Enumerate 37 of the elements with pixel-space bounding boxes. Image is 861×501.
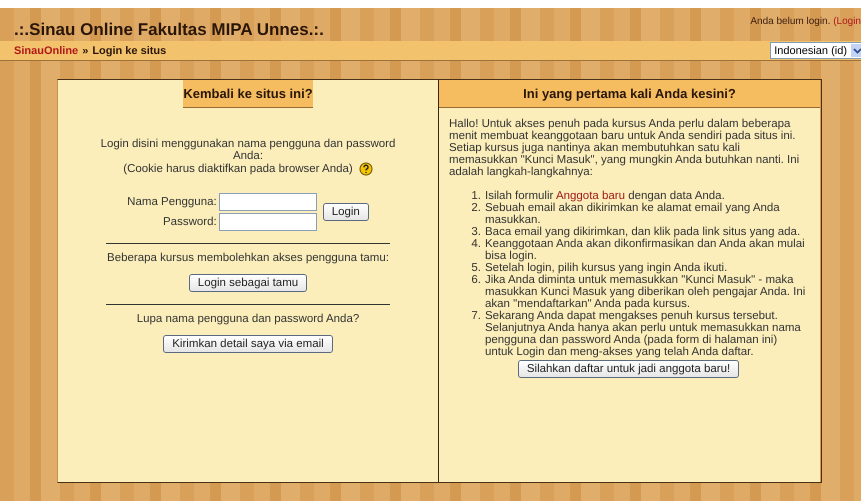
field-label: Nama Pengguna: [127,196,217,208]
step-number: 1. [470,190,481,202]
breadcrumb-link[interactable]: SinauOnline [14,44,78,56]
step-text: Keanggotaan Anda akan dikonfirmasikan dan Anda akan mulai bisa login. [485,238,806,262]
step-number: 2. [470,202,481,216]
guest-note: Beberapa kursus membolehkan akses pengguna tamu: [107,252,389,264]
login-button[interactable]: Login [322,203,369,221]
step-text: Baca email yang dikirimkan, dan klik pada link situs yang ada. [485,226,800,238]
guest-login-button[interactable]: Login sebagai tamu [188,274,308,292]
step-number: 4. [470,238,481,252]
login-intro: Login disini menggunakan nama pengguna dan password Anda: [100,138,396,162]
signup-button[interactable]: Silahkan daftar untuk jadi anggota baru! [518,360,740,378]
panel-heading: Ini yang pertama kali Anda kesini? [439,80,820,108]
site-title: .:.Sinau Online Fakultas MIPA Unnes.:. [14,20,324,40]
step-number: 3. [470,226,481,238]
step-text: Sebuah email akan dikirimkan ke alamat email yang Anda masukkan. [485,202,781,226]
panel-heading: Kembali ke situs ini? [183,80,313,108]
breadcrumb-separator: » [82,44,88,56]
field-label: Password: [163,216,217,228]
step-text: Jika Anda diminta untuk memasukkan "Kunci Masuk" - maka masukkan Kunci Masuk yang diberikan oleh pengajar Anda. Ini akan "mendaftarkan" Anda pada kursus. [485,274,806,310]
step-text: Setelah login, pilih kursus yang ingin Anda ikuti. [485,262,728,274]
username-field[interactable] [218,193,317,211]
help-icon[interactable] [358,162,373,176]
step-number: 7. [470,310,481,324]
step-number: 5. [470,262,481,274]
welcome-paragraph: Hallo! Untuk akses penuh pada kursus Anda perlu dalam beberapa menit membuat keanggotaan baru untuk Anda sendiri pada situs ini. Setiap kursus juga nantinya akan membutuhkan satu kali memasukkan "Kunci Masuk", yang mungkin Anda butuhkan nanti. Ini adalah langkah-langkahnya: [449,118,800,178]
step-text: Isilah formulir Anggota baru dengan data Anda. [485,190,725,202]
step-text: Sekarang Anda dapat mengakses penuh kursus tersebut. Selanjutnya Anda hanya akan perlu untuk memasukkan nama pengguna dan password Anda (pada form di halaman ini) untuk Login dan meng-akses yang telah Anda daftar. [485,310,802,358]
forgot-note: Lupa nama pengguna dan password Anda? [136,313,360,325]
language-select[interactable]: Indonesian (id) [770,42,861,59]
step-number: 6. [470,274,481,288]
signup-link[interactable]: Anggota baru [556,190,625,202]
login-status-text: Anda belum login. [750,16,830,27]
password-field[interactable] [218,213,317,231]
cookie-note: (Cookie harus diaktifkan pada browser Anda) [123,163,353,176]
breadcrumb-current: Login ke situs [92,44,166,56]
send-details-button[interactable]: Kirimkan detail saya via email [163,335,333,353]
